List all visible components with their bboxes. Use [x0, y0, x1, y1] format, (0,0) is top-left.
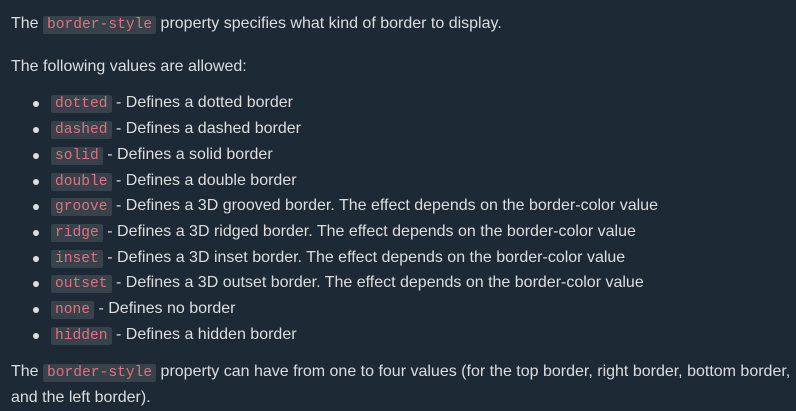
- outro-text-before: The: [11, 363, 44, 381]
- bullet-icon: [33, 127, 39, 134]
- value-code: dashed: [51, 121, 112, 140]
- list-item: inset - Defines a 3D inset border. The e…: [33, 246, 796, 272]
- bullet-icon: [33, 152, 39, 159]
- value-code: groove: [51, 198, 112, 217]
- bullet-icon: [33, 178, 39, 185]
- bullet-icon: [33, 281, 39, 288]
- value-code: dotted: [51, 95, 112, 114]
- intro-text-before: The: [11, 15, 44, 32]
- value-code: inset: [51, 249, 103, 268]
- bullet-icon: [33, 255, 39, 262]
- value-code: solid: [51, 146, 103, 165]
- bullet-icon: [33, 332, 39, 339]
- value-description: - Defines a 3D grooved border. The effec…: [111, 197, 658, 215]
- intro-paragraph: The border-style property specifies what…: [11, 12, 796, 38]
- value-code: none: [51, 301, 95, 320]
- list-item: solid - Defines a solid border: [33, 143, 796, 169]
- value-code: ridge: [51, 223, 103, 242]
- list-item: outset - Defines a 3D outset border. The…: [33, 271, 796, 297]
- bullet-icon: [33, 101, 39, 108]
- bullet-icon: [33, 307, 39, 314]
- value-code: double: [51, 172, 112, 191]
- value-description: - Defines a 3D ridged border. The effect…: [102, 222, 636, 240]
- value-description: - Defines a dotted border: [111, 94, 293, 112]
- value-description: - Defines no border: [94, 300, 236, 318]
- intro-text-after: property specifies what kind of border t…: [156, 15, 502, 32]
- value-description: - Defines a 3D outset border. The effect…: [111, 274, 644, 292]
- value-description: - Defines a 3D inset border. The effect …: [102, 248, 626, 266]
- value-description: - Defines a hidden border: [111, 325, 297, 343]
- list-item: none - Defines no border: [33, 297, 796, 323]
- intro-code-border-style: border-style: [43, 16, 157, 34]
- list-item: groove - Defines a 3D grooved border. Th…: [33, 194, 796, 220]
- list-item: ridge - Defines a 3D ridged border. The …: [33, 220, 796, 246]
- bullet-icon: [33, 204, 39, 211]
- value-description: - Defines a solid border: [102, 145, 273, 163]
- value-description: - Defines a double border: [111, 171, 297, 189]
- list-item: dotted - Defines a dotted border: [33, 91, 796, 117]
- value-code: hidden: [51, 326, 112, 345]
- outro-paragraph: The border-style property can have from …: [11, 360, 796, 410]
- value-description: - Defines a dashed border: [111, 120, 301, 138]
- border-style-values-list: dotted - Defines a dotted border dashed …: [11, 91, 796, 348]
- bullet-icon: [33, 229, 39, 236]
- outro-code-border-style: border-style: [43, 364, 157, 383]
- article-content: The border-style property specifies what…: [0, 0, 796, 411]
- list-item: hidden - Defines a hidden border: [33, 323, 796, 349]
- list-item: dashed - Defines a dashed border: [33, 117, 796, 143]
- allowed-values-paragraph: The following values are allowed:: [11, 57, 247, 75]
- value-code: outset: [51, 275, 112, 294]
- list-item: double - Defines a double border: [33, 169, 796, 195]
